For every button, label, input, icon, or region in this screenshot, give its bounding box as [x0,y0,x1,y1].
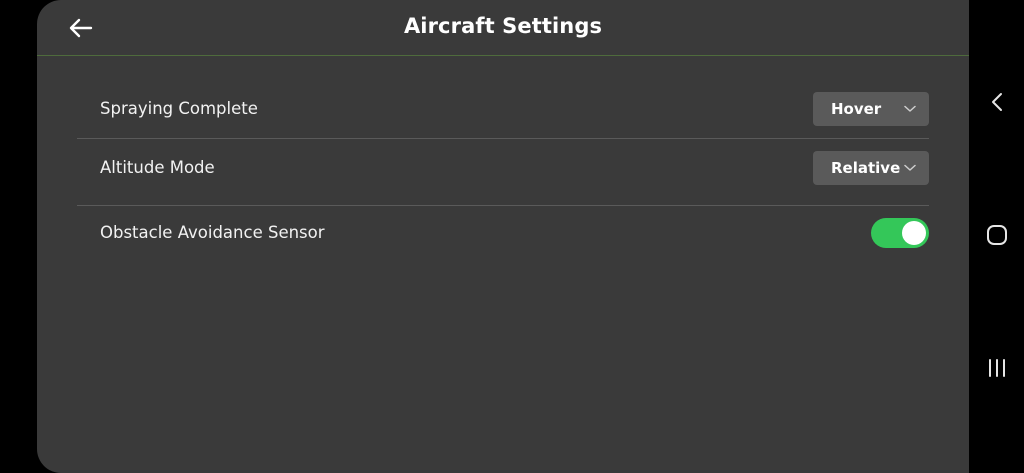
setting-label-spraying-complete: Spraying Complete [100,99,258,118]
obstacle-avoidance-toggle[interactable] [871,218,929,248]
system-recents-button[interactable] [983,354,1011,382]
page-title: Aircraft Settings [403,14,603,38]
chevron-left-icon [992,93,1002,111]
altitude-mode-dropdown[interactable]: Relative [813,151,929,185]
system-home-button[interactable] [983,221,1011,249]
three-bars-icon [989,359,1005,377]
toggle-knob [902,221,926,245]
app-panel: Aircraft Settings Spraying Complete Hove… [37,0,969,473]
spraying-complete-dropdown[interactable]: Hover [813,92,929,126]
setting-row-spraying-complete: Spraying Complete Hover [77,80,929,139]
setting-row-altitude-mode: Altitude Mode Relative [77,139,929,206]
setting-label-altitude-mode: Altitude Mode [100,158,215,177]
chevron-down-icon [904,164,916,171]
chevron-down-icon [904,105,916,112]
altitude-mode-value: Relative [831,159,901,177]
device-screen: Aircraft Settings Spraying Complete Hove… [0,0,1024,473]
header-bar: Aircraft Settings [37,0,969,56]
rounded-square-icon [987,225,1007,245]
setting-label-obstacle-avoidance: Obstacle Avoidance Sensor [100,223,325,242]
system-back-button[interactable] [983,88,1011,116]
system-nav-bar [969,0,1024,473]
settings-list: Spraying Complete Hover Altitude Mode Re… [77,80,929,262]
spraying-complete-value: Hover [831,100,882,118]
setting-row-obstacle-avoidance: Obstacle Avoidance Sensor [77,206,929,262]
